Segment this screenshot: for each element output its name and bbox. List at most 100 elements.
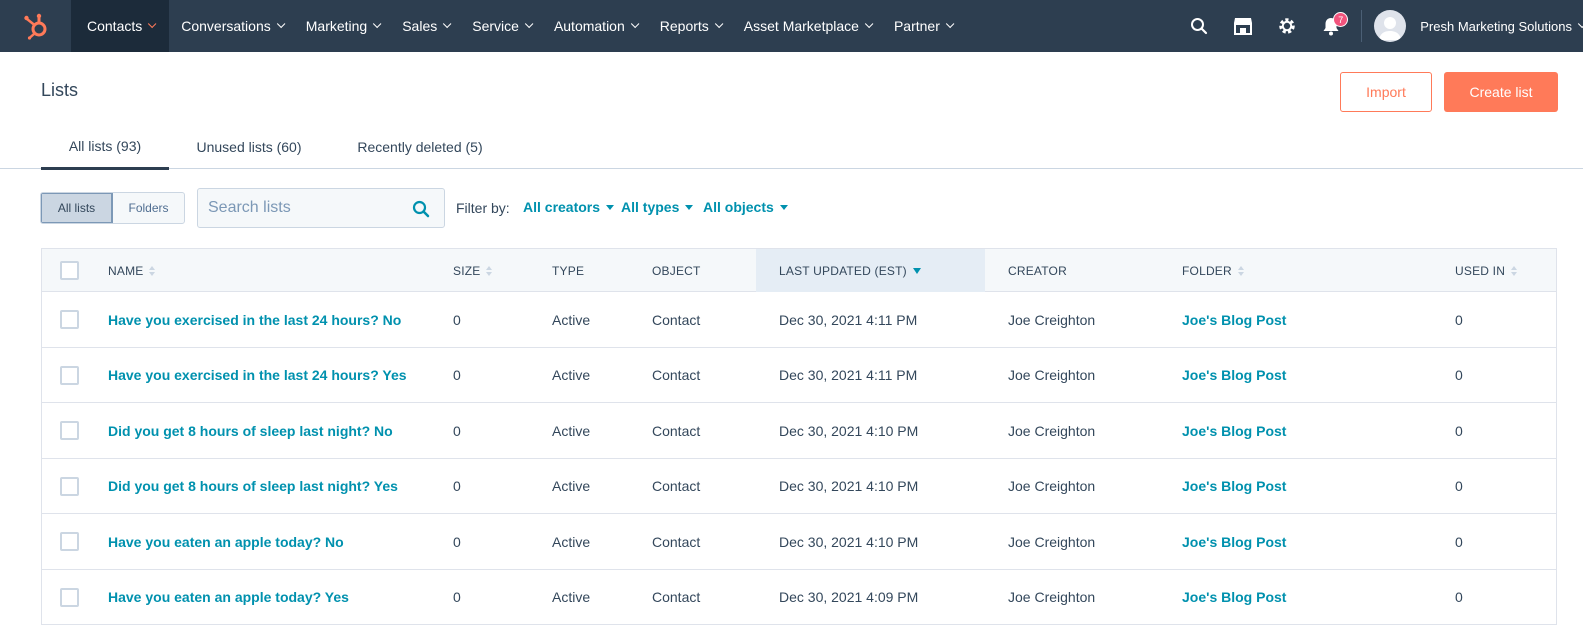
view-toggle: All lists Folders: [40, 192, 185, 224]
list-last-updated: Dec 30, 2021 4:11 PM: [779, 311, 918, 328]
list-creator: Joe Creighton: [1008, 589, 1096, 605]
list-object: Contact: [652, 422, 701, 439]
nav-item-partner[interactable]: Partner: [882, 0, 963, 52]
sort-icon: [486, 265, 493, 276]
column-header-creator: CREATOR: [1008, 263, 1067, 278]
row-checkbox[interactable]: [60, 587, 79, 607]
row-checkbox[interactable]: [60, 421, 79, 440]
list-last-updated: Dec 30, 2021 4:11 PM: [779, 367, 918, 383]
search-box: [197, 188, 445, 228]
list-used-in: 0: [1455, 478, 1463, 494]
marketplace-icon[interactable]: [1221, 0, 1265, 52]
list-last-updated: Dec 30, 2021 4:10 PM: [779, 478, 919, 494]
chevron-down-icon: [714, 19, 724, 29]
list-creator: Joe Creighton: [1008, 533, 1096, 550]
import-button[interactable]: Import: [1340, 72, 1432, 112]
sort-icon: [1511, 265, 1518, 276]
list-type: Active: [552, 478, 591, 494]
tab-unused-lists[interactable]: Unused lists (60): [185, 125, 313, 169]
chevron-down-icon: [373, 19, 382, 29]
chevron-down-icon: [1577, 19, 1583, 29]
search-icon[interactable]: [412, 200, 430, 221]
filter-creators-dropdown[interactable]: All creators: [523, 199, 615, 215]
nav-item-sales[interactable]: Sales: [390, 0, 460, 52]
settings-gear-icon[interactable]: [1265, 0, 1309, 52]
list-used-in: 0: [1455, 311, 1463, 328]
nav-item-contacts[interactable]: Contacts: [71, 0, 170, 52]
column-header-folder[interactable]: FOLDER: [1182, 249, 1244, 292]
list-used-in: 0: [1455, 367, 1463, 383]
list-type: Active: [552, 367, 591, 383]
tab-recently-deleted[interactable]: Recently deleted (5): [345, 125, 495, 169]
sort-icon: [1237, 265, 1244, 276]
list-folder-link[interactable]: Joe's Blog Post: [1182, 403, 1286, 458]
row-checkbox[interactable]: [60, 476, 79, 496]
list-used-in: 0: [1455, 589, 1463, 605]
filter-by-label: Filter by:: [456, 200, 510, 216]
folders-toggle-button[interactable]: Folders: [113, 193, 184, 223]
list-last-updated: Dec 30, 2021 4:10 PM: [779, 422, 919, 439]
list-creator: Joe Creighton: [1008, 367, 1096, 383]
column-header-type: TYPE: [552, 263, 585, 278]
list-size: 0: [453, 311, 461, 328]
list-object: Contact: [652, 367, 701, 383]
list-object: Contact: [652, 533, 701, 550]
caret-down-icon: [779, 204, 788, 210]
account-menu[interactable]: Presh Marketing Solutions: [1420, 19, 1583, 34]
column-header-name[interactable]: NAME: [108, 249, 156, 292]
list-folder-link[interactable]: Joe's Blog Post: [1182, 514, 1286, 569]
list-name-link[interactable]: Have you eaten an apple today? Yes: [108, 570, 349, 625]
list-folder-link[interactable]: Joe's Blog Post: [1182, 570, 1286, 625]
list-object: Contact: [652, 589, 701, 605]
list-folder-link[interactable]: Joe's Blog Post: [1182, 348, 1286, 403]
list-last-updated: Dec 30, 2021 4:09 PM: [779, 589, 919, 605]
list-name-link[interactable]: Did you get 8 hours of sleep last night?…: [108, 459, 398, 514]
row-checkbox[interactable]: [60, 310, 79, 329]
list-name-link[interactable]: Have you exercised in the last 24 hours?…: [108, 348, 407, 403]
user-avatar-icon[interactable]: [1374, 10, 1407, 42]
all-lists-toggle-button[interactable]: All lists: [41, 193, 113, 223]
column-header-last-updated[interactable]: LAST UPDATED (EST): [756, 249, 985, 292]
filter-objects-dropdown[interactable]: All objects: [703, 199, 788, 215]
chevron-down-icon: [864, 19, 874, 29]
list-folder-link[interactable]: Joe's Blog Post: [1182, 459, 1286, 514]
search-input[interactable]: [198, 199, 398, 217]
list-name-link[interactable]: Have you eaten an apple today? No: [108, 514, 344, 569]
nav-right-group: 7 Presh Marketing Solutions: [1177, 0, 1583, 52]
top-navigation-bar: Contacts Conversations Marketing Sales S…: [0, 0, 1583, 52]
create-list-button[interactable]: Create list: [1444, 72, 1558, 112]
nav-item-automation[interactable]: Automation: [542, 0, 648, 52]
hubspot-logo-icon[interactable]: [0, 0, 71, 52]
nav-item-service[interactable]: Service: [460, 0, 542, 52]
list-name-link[interactable]: Have you exercised in the last 24 hours?…: [108, 292, 401, 347]
list-folder-link[interactable]: Joe's Blog Post: [1182, 292, 1286, 347]
row-checkbox[interactable]: [60, 532, 79, 551]
list-type: Active: [552, 589, 591, 605]
nav-item-reports[interactable]: Reports: [648, 0, 732, 52]
list-name-link[interactable]: Did you get 8 hours of sleep last night?…: [108, 403, 393, 458]
list-type: Active: [552, 533, 591, 550]
list-creator: Joe Creighton: [1008, 311, 1096, 328]
table-header: NAME SIZE TYPE OBJECT LAST UPDATED (EST)…: [42, 248, 1556, 292]
column-header-used-in[interactable]: USED IN: [1455, 249, 1518, 292]
nav-item-conversations[interactable]: Conversations: [169, 0, 294, 52]
select-all-checkbox[interactable]: [60, 261, 79, 280]
tab-all-lists[interactable]: All lists (93): [41, 125, 169, 170]
table-row: Have you eaten an apple today? No 0 Acti…: [42, 514, 1556, 570]
nav-item-asset-marketplace[interactable]: Asset Marketplace: [732, 0, 882, 52]
caret-down-icon: [606, 204, 615, 210]
column-header-object: OBJECT: [652, 263, 701, 278]
column-header-size[interactable]: SIZE: [453, 249, 493, 292]
filter-types-dropdown[interactable]: All types: [621, 199, 694, 215]
notification-bell-icon[interactable]: 7: [1309, 0, 1353, 52]
notification-count-badge: 7: [1333, 12, 1349, 27]
list-creator: Joe Creighton: [1008, 478, 1096, 494]
nav-item-marketing[interactable]: Marketing: [294, 0, 390, 52]
row-checkbox[interactable]: [60, 365, 79, 385]
search-icon[interactable]: [1177, 0, 1221, 52]
table-row: Did you get 8 hours of sleep last night?…: [42, 459, 1556, 514]
sort-icon: [149, 265, 156, 276]
chevron-down-icon: [945, 19, 955, 29]
list-used-in: 0: [1455, 422, 1463, 439]
list-size: 0: [453, 478, 461, 494]
